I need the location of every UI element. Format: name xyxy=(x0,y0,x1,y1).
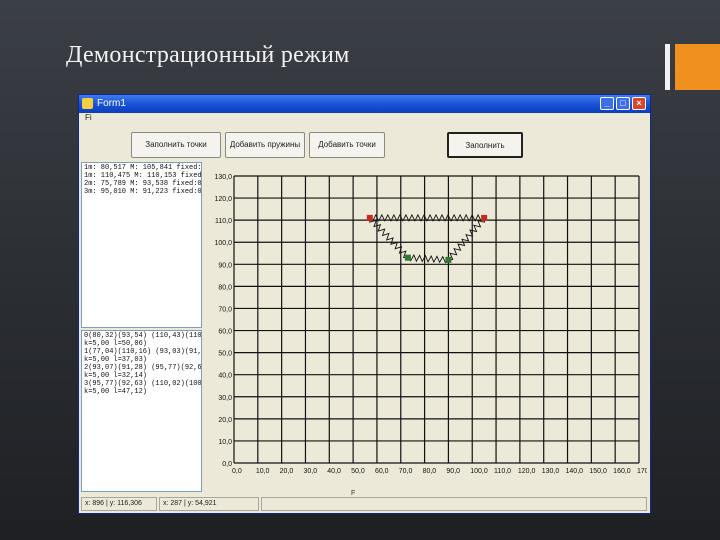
springs-line: k=5,00 l=32,14) xyxy=(84,372,148,380)
x-tick-label: 110,0 xyxy=(494,468,511,475)
springs-line: 1(77,04)(110,16) (93,03)(91,28) xyxy=(84,348,202,356)
y-tick-label: 130,0 xyxy=(214,174,232,181)
y-tick-label: 80,0 xyxy=(218,284,232,291)
plot-area[interactable]: 0,0 10,0 20,0 30,0 40,0 50,0 60,0 70,0 80,0 90,0 1… xyxy=(206,168,647,494)
springs-line: k=5,00 l=37,03) xyxy=(84,356,148,364)
fill-points-button[interactable]: Заполнить точки xyxy=(131,132,221,158)
menu-item-file[interactable]: Fi xyxy=(85,113,92,122)
fixed-point xyxy=(481,214,488,221)
x-tick-label: 20,0 xyxy=(280,468,294,475)
free-point xyxy=(445,256,452,263)
x-tick-label: 140,0 xyxy=(566,468,584,475)
statusbar: x: 896 | y: 116,306 x: 287 | y: 54,921 xyxy=(79,495,650,513)
y-tick-label: 120,0 xyxy=(214,196,232,203)
status-empty xyxy=(261,497,647,511)
add-points-button[interactable]: Добавить точки xyxy=(309,132,385,158)
points-line: 3m: 95,010 M: 91,223 fixed:0 xyxy=(84,188,202,196)
y-tick-label: 0,0 xyxy=(222,461,232,468)
x-tick-label: 150,0 xyxy=(589,468,607,475)
springs-line: 2(93,07)(91,28) (95,77)(92,63) xyxy=(84,364,202,372)
spring xyxy=(369,217,408,259)
x-tick-label: 90,0 xyxy=(446,468,460,475)
x-tick-label: 40,0 xyxy=(327,468,341,475)
x-tick-label: 170,0 xyxy=(637,468,647,475)
slide-title: Демонстрационный режим xyxy=(66,42,350,68)
x-tick-label: 30,0 xyxy=(303,468,317,475)
points-line: 2m: 75,789 M: 93,538 fixed:0 xyxy=(84,180,202,188)
y-tick-label: 30,0 xyxy=(218,395,232,402)
plot-canvas[interactable]: 0,0 10,0 20,0 30,0 40,0 50,0 60,0 70,0 80,0 90,0 1… xyxy=(206,168,647,494)
x-tick-label: 100,0 xyxy=(470,468,488,475)
y-tick-label: 60,0 xyxy=(218,329,232,336)
x-tick-label: 10,0 xyxy=(256,468,270,475)
y-tick-label: 100,0 xyxy=(214,240,232,247)
y-tick-label: 10,0 xyxy=(218,439,232,446)
y-tick-label: 50,0 xyxy=(218,351,232,358)
add-springs-button[interactable]: Добавить пружины xyxy=(225,132,305,158)
free-point xyxy=(404,254,411,261)
y-tick-label: 110,0 xyxy=(215,218,232,225)
x-tick-label: 80,0 xyxy=(423,468,437,475)
spring xyxy=(448,217,485,261)
accent-bar xyxy=(665,44,670,90)
window-titlebar[interactable]: Form1 _ □ × xyxy=(79,95,650,113)
x-tick-label: 70,0 xyxy=(399,468,413,475)
points-list[interactable]: 1m: 80,517 M: 105,841 fixed:1 1m: 110,47… xyxy=(81,162,202,328)
springs-line: k=5,00 l=47,12) xyxy=(84,388,148,396)
springs-line: 3(95,77)(92,63) (110,02)(100,04) xyxy=(84,380,202,388)
x-tick-label: 120,0 xyxy=(518,468,536,475)
y-tick-label: 70,0 xyxy=(218,306,232,313)
springs-list[interactable]: 0(80,32)(93,54) (110,43)(110,16) k=5,00 … xyxy=(81,330,202,492)
minimize-button[interactable]: _ xyxy=(600,97,614,110)
menubar: Fi xyxy=(79,113,650,124)
springs-line: k=5,00 l=50,06) xyxy=(84,340,148,348)
app-icon xyxy=(82,98,93,109)
fixed-point xyxy=(366,214,373,221)
close-button[interactable]: × xyxy=(632,97,646,110)
x-tick-label: 160,0 xyxy=(613,468,631,475)
accent-box xyxy=(675,44,720,90)
x-tick-label: 130,0 xyxy=(542,468,560,475)
x-tick-label: 0,0 xyxy=(232,468,242,475)
y-tick-label: 40,0 xyxy=(218,373,232,380)
points-line: 1m: 80,517 M: 105,841 fixed:1 xyxy=(84,164,202,172)
status-right: x: 287 | y: 54,921 xyxy=(159,497,259,511)
fill-button[interactable]: Заполнить xyxy=(447,132,523,158)
y-tick-label: 20,0 xyxy=(218,417,232,424)
spring xyxy=(407,253,449,264)
maximize-button[interactable]: □ xyxy=(616,97,630,110)
x-tick-label: 50,0 xyxy=(351,468,365,475)
status-left: x: 896 | y: 116,306 xyxy=(81,497,157,511)
springs-line: 0(80,32)(93,54) (110,43)(110,16) xyxy=(84,332,202,340)
app-window: Form1 _ □ × Fi Заполнить точки Добавить … xyxy=(78,94,651,514)
points-line: 1m: 110,475 M: 110,153 fixed:1 xyxy=(84,172,202,180)
y-tick-label: 90,0 xyxy=(218,262,232,269)
window-title: Form1 xyxy=(97,98,126,109)
x-tick-label: 60,0 xyxy=(375,468,389,475)
